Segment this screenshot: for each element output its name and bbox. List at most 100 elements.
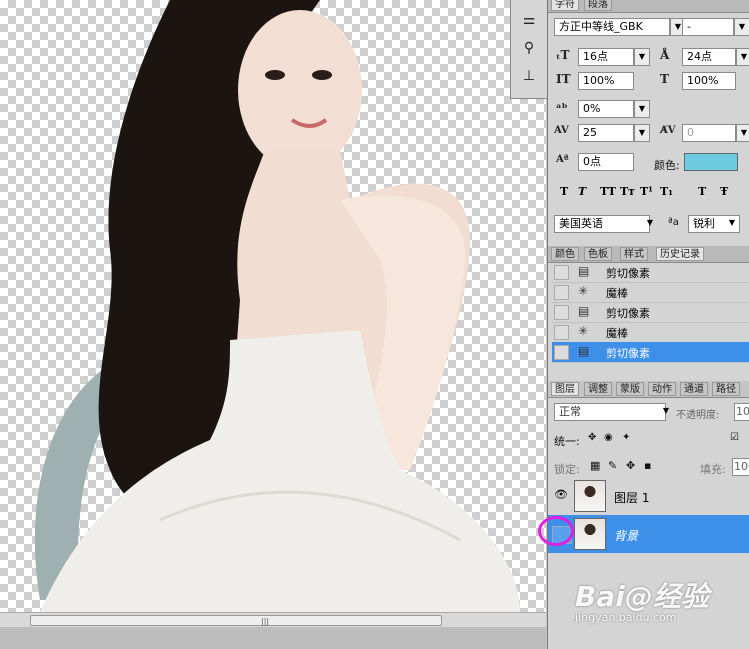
history-item[interactable]: ▤ 剪切像素 [552, 342, 749, 363]
color-label: 颜色: [654, 159, 680, 172]
tab-history[interactable]: 历史记录 [656, 247, 704, 261]
text-style-button[interactable]: T [560, 185, 568, 198]
text-style-button[interactable]: Ŧ [720, 185, 728, 198]
text-style-button[interactable]: Tт [620, 185, 635, 198]
annotation-circle [538, 516, 574, 546]
tab-character[interactable]: 字符 [551, 0, 579, 11]
text-color-swatch[interactable] [684, 153, 738, 171]
text-style-button[interactable]: T [578, 185, 586, 198]
chevron-down-icon[interactable]: ▼ [658, 403, 674, 421]
history-tabs: 颜色 色板 样式 历史记录 [548, 246, 749, 263]
propagate-checkbox[interactable]: ☑ [730, 432, 739, 443]
history-snapshot-checkbox[interactable] [554, 305, 569, 320]
text-style-button[interactable]: T [698, 185, 706, 198]
tab-masks[interactable]: 蒙版 [616, 382, 644, 396]
status-area [0, 627, 546, 649]
grip-icon: ||| [261, 617, 270, 626]
history-snapshot-checkbox[interactable] [554, 285, 569, 300]
text-style-button[interactable]: T¹ [640, 185, 653, 198]
history-item[interactable]: ▤ 剪切像素 [552, 262, 749, 283]
text-style-button[interactable]: TT [600, 185, 616, 198]
history-item-label: 魔棒 [606, 327, 628, 340]
layer-name[interactable]: 图层 1 [614, 489, 649, 506]
horizontal-scale-input[interactable]: 100% [682, 72, 736, 90]
chevron-down-icon[interactable]: ▼ [634, 100, 650, 118]
unify-visibility-icon[interactable]: ◉ [604, 432, 613, 443]
tab-actions[interactable]: 动作 [648, 382, 676, 396]
kerning-input[interactable]: 25 [578, 124, 634, 142]
tab-channels[interactable]: 通道 [680, 382, 708, 396]
document-canvas[interactable] [0, 0, 546, 612]
lock-image-icon[interactable]: ✎ [608, 459, 617, 472]
history-item[interactable]: ✳ 魔棒 [552, 282, 749, 303]
document-icon: ▤ [578, 344, 590, 358]
tab-styles[interactable]: 样式 [620, 247, 648, 261]
font-size-input[interactable]: 16点 [578, 48, 634, 66]
face-shape [238, 10, 362, 170]
tab-paths[interactable]: 路径 [712, 382, 740, 396]
font-style-select[interactable]: - [682, 18, 734, 36]
watermark-url: jingyan.baidu.com [575, 611, 677, 624]
layer-row[interactable]: 👁 图层 1 [548, 477, 749, 515]
leading-input[interactable]: 24点 [682, 48, 736, 66]
vertical-scale-input[interactable]: 100% [578, 72, 634, 90]
history-snapshot-checkbox[interactable] [554, 265, 569, 280]
layer-thumbnail[interactable] [574, 480, 606, 512]
magic-wand-icon: ✳ [578, 324, 589, 338]
blend-mode-select[interactable]: 正常 [554, 403, 666, 421]
opacity-input[interactable]: 100 [734, 403, 749, 421]
baseline-shift-icon: Aª [556, 154, 569, 165]
chevron-down-icon[interactable]: ▼ [634, 124, 650, 142]
fill-input[interactable]: 100 [732, 458, 749, 476]
chevron-down-icon[interactable]: ▼ [734, 18, 749, 36]
language-select[interactable]: 美国英语 [554, 215, 650, 233]
visibility-eye-icon[interactable]: 👁 [552, 488, 570, 504]
chevron-down-icon[interactable]: ▼ [642, 215, 658, 233]
chevron-down-icon[interactable]: ▼ [724, 215, 740, 233]
brush-settings-icon[interactable]: ⚌ [519, 12, 539, 28]
history-item-label: 魔棒 [606, 287, 628, 300]
right-panel: 字符 段落 方正中等线_GBK ▼ - ▼ ₜT 16点 ▼ Å 24点 ▼ I… [547, 0, 749, 649]
tab-adjustments[interactable]: 调整 [584, 382, 612, 396]
opacity-label: 不透明度: [676, 410, 720, 421]
watermark-brand: Bai@经验 [575, 580, 709, 613]
layer-thumbnail[interactable] [574, 518, 606, 550]
tracking-input[interactable]: 0% [578, 100, 634, 118]
history-item[interactable]: ✳ 魔棒 [552, 322, 749, 343]
tracking-icon: ᵃᵇ [556, 101, 568, 115]
horizontal-scrollbar[interactable]: ||| [0, 612, 546, 627]
tab-swatches[interactable]: 色板 [584, 247, 612, 261]
clone-source-icon[interactable]: ⚲ [519, 40, 539, 56]
stamp-tool-icon[interactable]: ⊥ [519, 68, 539, 84]
tab-color[interactable]: 颜色 [551, 247, 579, 261]
baseline-shift-input[interactable]: 0点 [578, 153, 634, 171]
baseline-kerning-input[interactable]: 0 [682, 124, 736, 142]
scrollbar-thumb[interactable]: ||| [30, 615, 442, 626]
lock-position-icon[interactable]: ✥ [626, 459, 635, 472]
baseline-kerning-icon: A̸V [660, 125, 676, 136]
layer-row[interactable]: 背景 [548, 515, 749, 553]
lock-transparent-icon[interactable]: ▦ [590, 459, 600, 472]
history-snapshot-checkbox[interactable] [554, 345, 569, 360]
unify-position-icon[interactable]: ✥ [588, 432, 596, 443]
kerning-icon: AV [554, 125, 569, 136]
fill-label: 填充: [700, 463, 726, 476]
history-item[interactable]: ▤ 剪切像素 [552, 302, 749, 323]
font-size-icon: ₜT [556, 48, 570, 62]
leading-icon: Å [660, 48, 670, 62]
tab-layers[interactable]: 图层 [551, 382, 579, 396]
lock-all-icon[interactable]: ▪ [644, 459, 651, 472]
text-style-button[interactable]: T₁ [660, 185, 673, 198]
tab-paragraph[interactable]: 段落 [584, 0, 612, 11]
layer-name[interactable]: 背景 [614, 527, 638, 544]
history-item-label: 剪切像素 [606, 267, 650, 280]
layers-tabs: 图层 调整 蒙版 动作 通道 路径 [548, 381, 749, 398]
chevron-down-icon[interactable]: ▼ [634, 48, 650, 66]
unify-style-icon[interactable]: ✦ [622, 432, 630, 443]
history-list: ▤ 剪切像素 ✳ 魔棒 ▤ 剪切像素 ✳ 魔棒 ▤ 剪切像素 [548, 262, 749, 363]
chevron-down-icon[interactable]: ▼ [736, 124, 749, 142]
history-snapshot-checkbox[interactable] [554, 325, 569, 340]
unify-label: 统一: [554, 435, 580, 448]
font-family-select[interactable]: 方正中等线_GBK [554, 18, 670, 36]
chevron-down-icon[interactable]: ▼ [736, 48, 749, 66]
